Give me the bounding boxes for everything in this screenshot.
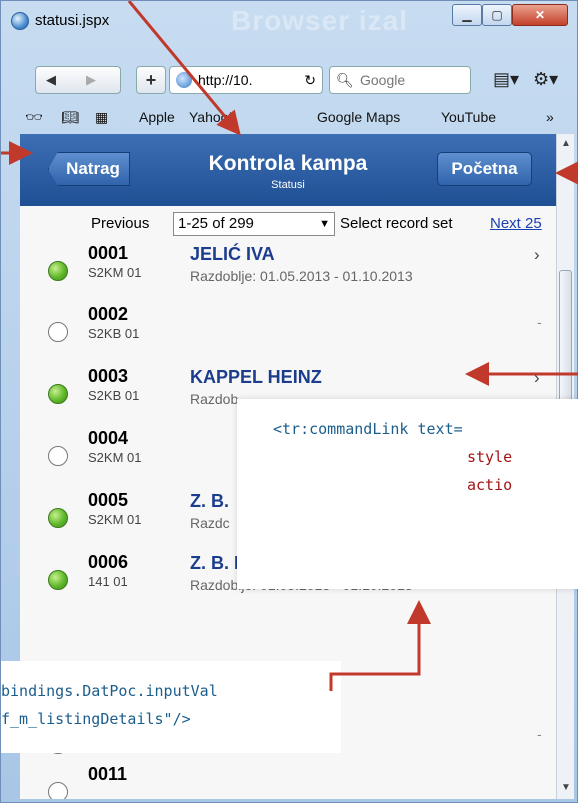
scroll-down-icon[interactable]: ▼: [561, 782, 571, 793]
record-subcode: 141 01: [88, 574, 128, 589]
close-button[interactable]: ✕: [512, 4, 568, 26]
back-forward-buttons[interactable]: ◀ ▶: [35, 66, 121, 94]
reading-list-icon[interactable]: 👓︎: [25, 109, 43, 126]
record-code: 0006: [88, 552, 129, 572]
chevron-right-icon[interactable]: ›: [534, 245, 540, 265]
record-name-link[interactable]: JELIĆ IVA: [190, 244, 275, 265]
record-name-link[interactable]: Z. B.: [190, 491, 229, 512]
bookmark-yahoo[interactable]: Yahoo!: [189, 109, 232, 125]
status-indicator-icon: [48, 782, 68, 799]
status-indicator-icon: [48, 446, 68, 466]
record-pager: Previous 1-25 of 299 ▼ Select record set…: [20, 206, 556, 240]
record-range: 1-25 of 299: [178, 215, 254, 232]
address-bar[interactable]: http://10. ↻: [169, 66, 323, 94]
gear-icon[interactable]: ⚙▾: [533, 69, 558, 90]
record-subcode: S2KB 01: [88, 388, 140, 403]
record-subcode: S2KM 01: [88, 512, 142, 527]
minimize-button[interactable]: ▁: [452, 4, 482, 26]
next-page-link[interactable]: Next 25: [490, 215, 542, 232]
list-item[interactable]: 0011: [20, 762, 556, 799]
scroll-up-icon[interactable]: ▲: [561, 138, 571, 149]
code-snippet-right: <tr:commandLink text= style actio: [237, 399, 578, 589]
page-menu-icon[interactable]: ▤▾: [493, 69, 519, 90]
status-indicator-icon: [48, 322, 68, 342]
back-arrow-icon[interactable]: ◀: [46, 72, 56, 88]
top-sites-grid-icon[interactable]: ▦: [95, 109, 108, 126]
status-indicator-icon: [48, 261, 68, 281]
url-text: http://10.: [198, 72, 253, 88]
reload-icon[interactable]: ↻: [304, 67, 316, 93]
window-title: statusi.jspx: [35, 12, 110, 29]
record-subcode: S2KB 01: [88, 326, 140, 341]
snippet-line: f_m_listingDetails"/>: [1, 710, 191, 728]
search-field[interactable]: 🔍︎ Google: [329, 66, 471, 94]
bookmarks-more-icon[interactable]: »: [546, 109, 554, 125]
record-subcode: S2KM 01: [88, 450, 142, 465]
search-icon: 🔍︎: [336, 72, 354, 88]
status-indicator-icon: [48, 384, 68, 404]
record-name-link[interactable]: KAPPEL HEINZ: [190, 367, 322, 388]
chevron-down-icon: ▼: [319, 218, 330, 230]
list-item[interactable]: 0001 S2KM 01 JELIĆ IVA Razdoblje: 01.05.201…: [20, 241, 556, 303]
search-placeholder: Google: [360, 72, 406, 88]
dash-marker: -: [537, 726, 542, 742]
snippet-line: bindings.DatPoc.inputVal: [1, 682, 218, 700]
chevron-right-icon[interactable]: ›: [534, 368, 540, 388]
previous-label: Previous: [91, 215, 150, 232]
record-period: Razdc: [190, 515, 230, 531]
record-subcode: S2KM 01: [88, 265, 142, 280]
bookmarks-book-icon[interactable]: 📖︎: [61, 109, 79, 126]
record-code: 0011: [88, 764, 128, 784]
record-code: 0001: [88, 243, 129, 263]
select-record-set-label: Select record set: [340, 215, 453, 232]
bookmarks-bar: 👓︎ 📖︎ ▦ Apple Yahoo! Google Maps YouTube…: [11, 103, 573, 131]
record-code: 0002: [88, 304, 129, 324]
bookmark-google-maps[interactable]: Google Maps: [317, 109, 400, 125]
status-indicator-icon: [48, 508, 68, 528]
record-code: 0004: [88, 428, 129, 448]
dash-marker: -: [537, 314, 542, 330]
browser-toolbar: ◀ ▶ + http://10. ↻ 🔍︎ Google ▤▾ ⚙▾: [11, 41, 573, 101]
bookmark-youtube[interactable]: YouTube: [441, 109, 496, 125]
snippet-line: actio: [467, 476, 513, 494]
title-bar: statusi.jspx Browser izal ▁ ▢ ✕: [1, 1, 578, 39]
record-code: 0005: [88, 490, 129, 510]
snippet-line: <tr:commandLink text=: [273, 420, 463, 438]
record-code: 0003: [88, 366, 129, 386]
bookmark-apple[interactable]: Apple: [139, 109, 175, 125]
browser-window: statusi.jspx Browser izal ▁ ▢ ✕ ◀ ▶ + ht…: [0, 0, 578, 803]
record-set-select[interactable]: 1-25 of 299 ▼: [173, 212, 335, 236]
app-header: Natrag Kontrola kampa Statusi Početna: [20, 134, 556, 206]
forward-arrow-icon[interactable]: ▶: [86, 72, 96, 88]
status-indicator-icon: [48, 570, 68, 590]
record-period: Razdob: [190, 391, 239, 407]
snippet-line: style: [467, 448, 513, 466]
add-bookmark-button[interactable]: +: [136, 66, 166, 94]
list-item[interactable]: 0002 S2KB 01 -: [20, 302, 556, 364]
browser-app-icon: [11, 12, 29, 30]
code-snippet-left: bindings.DatPoc.inputVal f_m_listingDeta…: [1, 661, 341, 753]
background-watermark: Browser izal: [231, 5, 408, 36]
globe-icon: [176, 72, 192, 88]
record-period: Razdoblje: 01.05.2013 - 01.10.2013: [190, 268, 413, 284]
maximize-button[interactable]: ▢: [482, 4, 512, 26]
home-button[interactable]: Početna: [437, 152, 532, 186]
